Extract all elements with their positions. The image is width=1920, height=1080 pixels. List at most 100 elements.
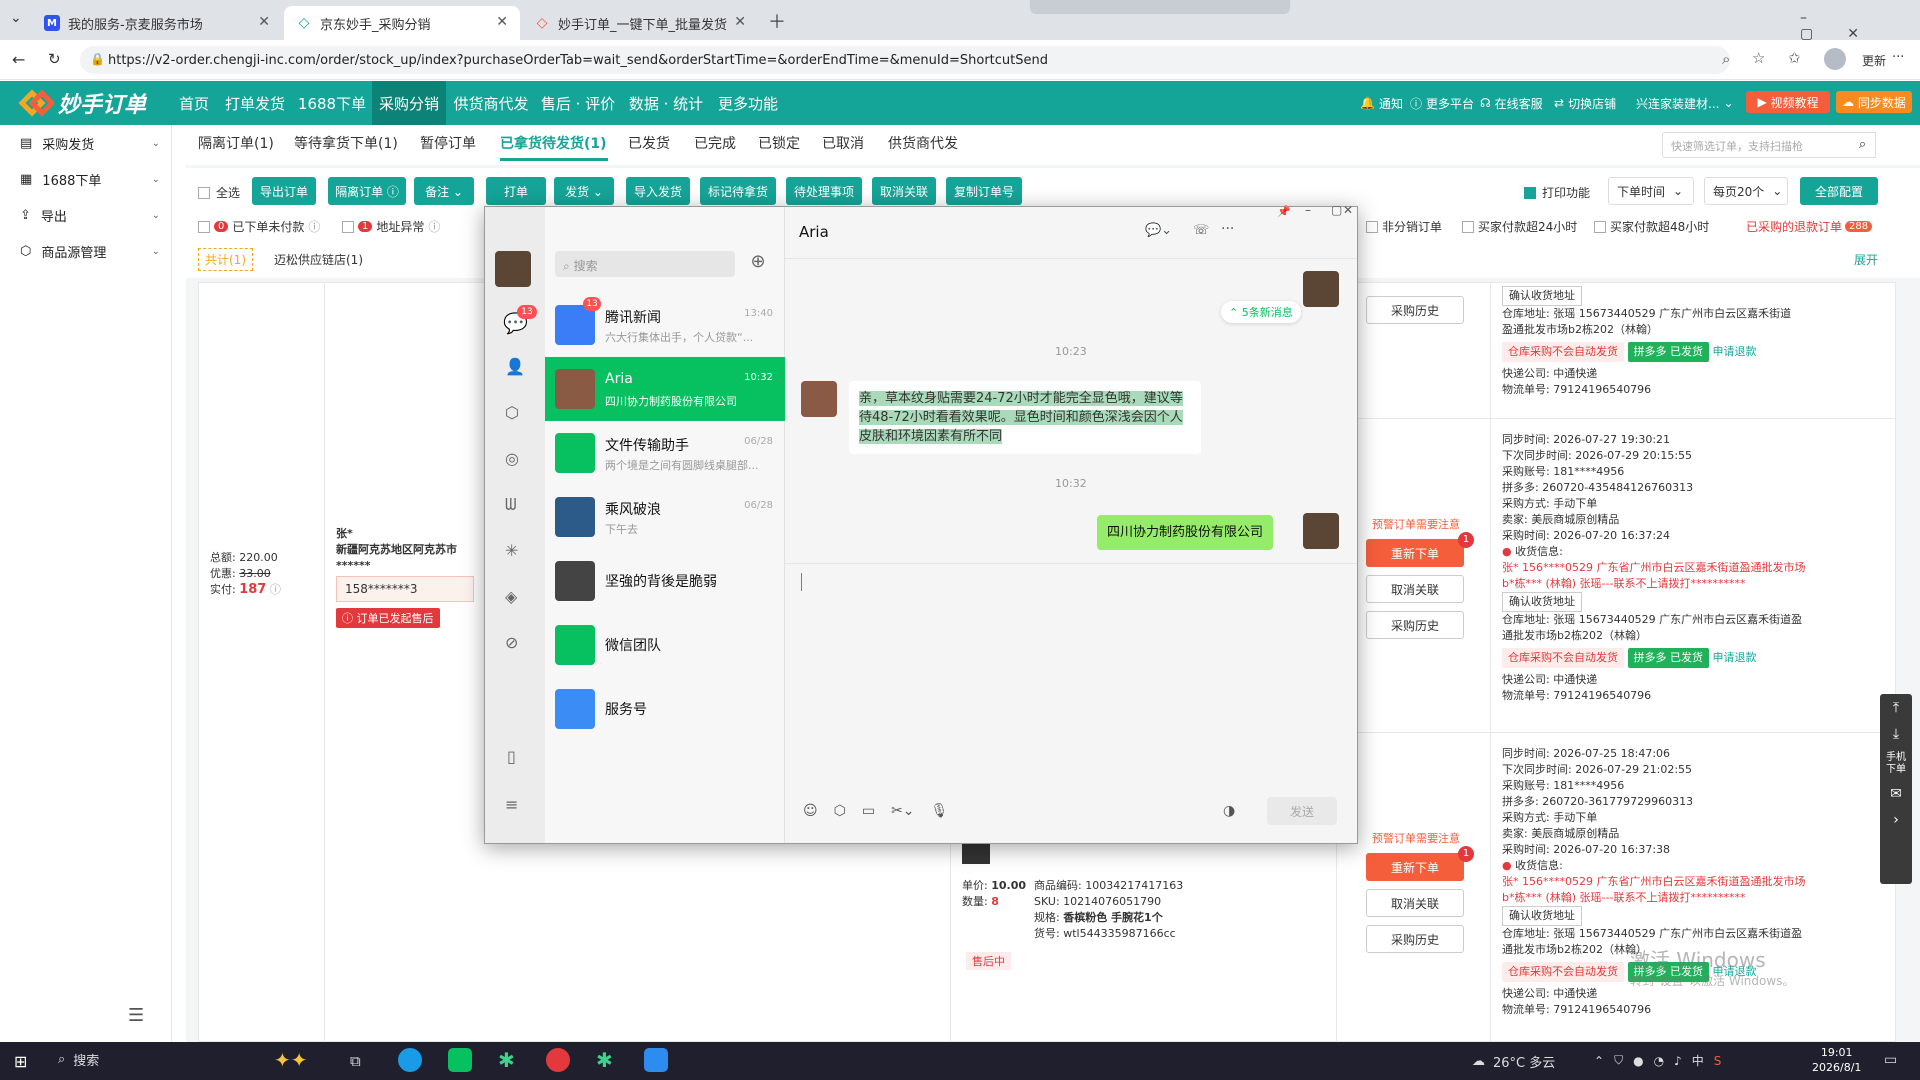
nav-purchase[interactable]: 采购分销 (372, 81, 446, 125)
chat-item-file-transfer[interactable]: 文件传输助手 两个境是之间有圆脚线桌腿部... 06/28 (545, 421, 785, 485)
purchase-history-button[interactable]: 采购历史 (1366, 611, 1464, 639)
send-button[interactable]: 发送 (1267, 797, 1337, 825)
sent-message[interactable]: 四川协力制药股份有限公司 (1097, 515, 1274, 550)
microphone-icon[interactable]: 🎙 (931, 803, 949, 819)
back-to-top-icon[interactable]: ⤒ (1880, 700, 1912, 716)
channels-icon[interactable]: ᗯ (505, 495, 517, 515)
tab-paused[interactable]: 暂停订单 (420, 133, 476, 153)
notify-link[interactable]: 🔔 通知 (1360, 81, 1403, 125)
pending-items-button[interactable]: 待处理事项 (786, 177, 862, 205)
favorites-icon[interactable]: ✩ (1788, 49, 1801, 67)
floating-toolbar[interactable] (1030, 0, 1290, 14)
update-button[interactable]: 更新 (1862, 52, 1886, 69)
notification-icon[interactable]: ▭ (1884, 1052, 1897, 1068)
export-orders-button[interactable]: 导出订单 (252, 177, 316, 205)
clock[interactable]: 19:01 2026/8/1 (1812, 1045, 1861, 1075)
wechat-taskbar-icon[interactable] (448, 1048, 472, 1072)
my-avatar[interactable] (1303, 513, 1339, 549)
nav-1688[interactable]: 1688下单 (294, 81, 370, 125)
cube-icon[interactable]: ⬡ (505, 403, 519, 422)
nav-more[interactable]: 更多功能 (712, 81, 784, 125)
select-all-checkbox[interactable]: 全选 (198, 184, 240, 201)
app-icon-star[interactable]: ✱ (596, 1048, 613, 1072)
search-icon[interactable]: ⌕ (1850, 132, 1876, 158)
total-count-tag[interactable]: 共计(1) (198, 248, 253, 271)
app-icon-chat[interactable] (644, 1048, 668, 1072)
browser-tab-2[interactable]: ◇ 京东妙手_采购分销 ✕ (284, 6, 520, 40)
app-icon-star[interactable]: ✱ (498, 1048, 515, 1072)
all-config-button[interactable]: 全部配置 (1800, 177, 1878, 205)
unlink-order-button[interactable]: 取消关联 (1366, 575, 1464, 603)
chat-options-icon[interactable]: 💬⌄ (1145, 223, 1172, 238)
chat-item-service-account[interactable]: 服务号 (545, 677, 785, 741)
maximize-icon[interactable]: ▢ (1331, 203, 1342, 217)
close-window-icon[interactable]: ✕ (1343, 203, 1353, 217)
tab-wait-pickup[interactable]: 等待拿货下单(1) (294, 133, 398, 153)
emoji-icon[interactable]: ☺ (803, 803, 818, 819)
filter-unpaid[interactable]: 0 已下单未付款 ⓘ (198, 218, 320, 235)
tab-completed[interactable]: 已完成 (694, 133, 736, 153)
quick-filter-input[interactable]: 快速筛选订单，支持扫描枪 (1662, 132, 1862, 158)
mail-icon[interactable]: ✉ (1880, 786, 1912, 802)
sidebar-item-1688[interactable]: ▦ 1688下单 ⌄ (20, 161, 160, 197)
mini-program-icon[interactable]: ◈ (505, 587, 517, 606)
system-tray[interactable]: ⌃ ⛉ ● ◔ ♪ 中 S (1594, 1052, 1721, 1069)
edge-icon[interactable] (398, 1048, 422, 1072)
my-avatar[interactable] (1303, 271, 1339, 307)
tab-isolated[interactable]: 隔离订单(1) (198, 133, 274, 153)
nav-aftersale[interactable]: 售后 · 评价 (536, 81, 620, 125)
url-field[interactable]: 🔒 https://v2-order.chengji-inc.com/order… (80, 46, 1730, 74)
cube-icon[interactable]: ⬡ (834, 803, 846, 819)
download-icon[interactable]: ⤓ (1880, 726, 1912, 742)
isolate-order-button[interactable]: 隔离订单 ⓘ (328, 177, 406, 205)
order-time-select[interactable]: 下单时间 ⌄ (1608, 177, 1694, 205)
expand-link[interactable]: 展开 (1854, 251, 1878, 268)
task-view-icon[interactable]: ⧉ (350, 1052, 361, 1070)
collapse-menu-icon[interactable]: ☰ (128, 1005, 144, 1026)
chat-item-aria[interactable]: Aria 四川协力制药股份有限公司 10:32 (545, 357, 785, 421)
purchase-history-button[interactable]: 采购历史 (1366, 296, 1464, 324)
link-icon[interactable]: ⊘ (505, 633, 518, 652)
moments-icon[interactable]: ◎ (505, 449, 519, 468)
tab-list-chevron-icon[interactable]: ⌄ (10, 10, 22, 26)
app-icon-red[interactable] (546, 1048, 570, 1072)
reorder-button[interactable]: 重新下单 (1366, 539, 1464, 567)
online-service-link[interactable]: ☊ 在线客服 (1480, 81, 1543, 125)
voice-input-icon[interactable]: ◑ (1223, 803, 1235, 819)
nav-home[interactable]: 首页 (170, 81, 218, 125)
unlink-button[interactable]: 取消关联 (872, 177, 936, 205)
sidebar-item-product-source[interactable]: ⬡ 商品源管理 ⌄ (20, 233, 160, 269)
zoom-icon[interactable]: ⌕ (1722, 50, 1730, 68)
weather-widget[interactable]: ☁ 26°C 多云 (1472, 1052, 1555, 1071)
received-message[interactable]: 亲，草本纹身贴需要24-72小时才能完全显色哦，建议等待48-72小时看看效果呢… (849, 381, 1201, 454)
video-tutorial-button[interactable]: ▶ 视频教程 (1746, 91, 1830, 113)
user-avatar[interactable] (495, 251, 531, 287)
filter-paid-48h[interactable]: 买家付款超48小时 (1594, 218, 1709, 235)
nav-data[interactable]: 数据 · 统计 (624, 81, 708, 125)
reorder-button[interactable]: 重新下单 (1366, 853, 1464, 881)
star-icon[interactable]: ☆ (1752, 49, 1765, 67)
new-messages-pill[interactable]: ⌃ 5条新消息 (1221, 301, 1301, 323)
more-menu-icon[interactable]: ··· (1892, 50, 1904, 65)
more-platform-link[interactable]: ⓘ 更多平台 (1410, 81, 1474, 125)
browser-tab-1[interactable]: M 我的服务-京麦服务市场 ✕ (32, 6, 282, 40)
scissors-icon[interactable]: ✂⌄ (891, 803, 914, 819)
close-tab-icon[interactable]: ✕ (734, 14, 746, 30)
mobile-order-link[interactable]: 手机下单 (1880, 752, 1912, 776)
voice-call-icon[interactable]: ☏ (1193, 223, 1209, 238)
unlink-order-button[interactable]: 取消关联 (1366, 889, 1464, 917)
pin-icon[interactable]: 📌 (1277, 205, 1291, 218)
taskbar-search[interactable]: ⌕ 搜索 (58, 1050, 99, 1069)
phone-icon[interactable]: ▯ (507, 747, 516, 766)
more-icon[interactable]: ··· (1221, 221, 1234, 237)
close-tab-icon[interactable]: ✕ (496, 14, 508, 30)
app-logo[interactable]: 妙手订单 (14, 86, 146, 120)
nav-print-ship[interactable]: 打单发货 (220, 81, 290, 125)
tab-supplier-ship[interactable]: 供货商代发 (888, 133, 958, 153)
search-spark-icon[interactable]: ✳ (505, 541, 518, 560)
profile-avatar[interactable] (1824, 48, 1846, 70)
remark-dropdown-button[interactable]: 备注 ⌄ (414, 177, 474, 205)
switch-store-link[interactable]: ⇄ 切换店铺 (1554, 81, 1616, 125)
phone-field[interactable]: 158*******3 (336, 576, 474, 602)
refund-orders-link[interactable]: 已采购的退款订单 288 (1746, 218, 1873, 235)
